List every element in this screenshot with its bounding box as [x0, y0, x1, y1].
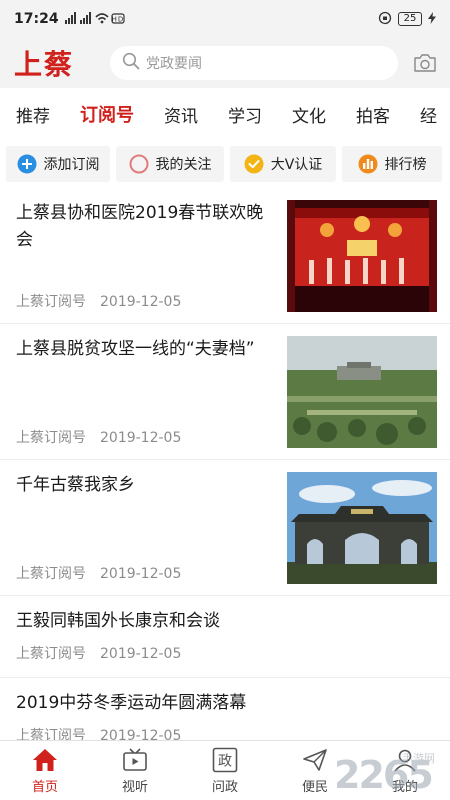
- article-source: 上蔡订阅号: [16, 294, 86, 310]
- category-tabs: 推荐 订阅号 资讯 学习 文化 拍客 经: [0, 88, 450, 140]
- article-item[interactable]: 上蔡县协和医院2019春节联欢晚会 上蔡订阅号 2019-12-05: [0, 188, 450, 324]
- article-meta: 上蔡订阅号 2019-12-05: [16, 725, 181, 740]
- user-icon: [392, 746, 418, 774]
- article-title: 王毅同韩国外长康京和会谈: [16, 611, 220, 631]
- nav-media[interactable]: 视听: [90, 741, 180, 800]
- bottom-nav: 首页 视听 政 问政 便民 我的: [0, 740, 450, 800]
- article-feed: 上蔡县协和医院2019春节联欢晚会 上蔡订阅号 2019-12-05 上蔡县脱贫攻…: [0, 188, 450, 740]
- svg-text:政: 政: [218, 754, 232, 770]
- search-placeholder: 党政要闻: [146, 56, 202, 72]
- add-subscription-button[interactable]: 添加订阅: [6, 146, 110, 182]
- app-logo: 上蔡: [14, 48, 75, 81]
- my-follows-label: 我的关注: [155, 157, 212, 173]
- article-meta: 上蔡订阅号 2019-12-05: [16, 427, 181, 447]
- nav-services-label: 便民: [301, 780, 328, 795]
- charging-icon: [428, 11, 436, 27]
- article-date: 2019-12-05: [100, 566, 182, 582]
- subscription-actions: 添加订阅 我的关注 大V认证 排行榜: [0, 140, 450, 188]
- article-meta: 上蔡订阅号 2019-12-05: [16, 291, 181, 311]
- svg-text:HD: HD: [111, 15, 124, 23]
- battery-level: 25: [403, 13, 417, 24]
- nav-home[interactable]: 首页: [0, 741, 90, 800]
- tab-more[interactable]: 经: [420, 102, 437, 127]
- article-meta: 上蔡订阅号 2019-12-05: [16, 643, 181, 663]
- article-title: 2019中芬冬季运动年圆满落幕: [16, 693, 247, 713]
- article-item[interactable]: 王毅同韩国外长康京和会谈 上蔡订阅号 2019-12-05: [0, 596, 450, 678]
- search-bar[interactable]: 党政要闻: [110, 46, 398, 80]
- verified-check-icon: [244, 154, 264, 174]
- article-date: 2019-12-05: [100, 728, 182, 740]
- article-source: 上蔡订阅号: [16, 430, 86, 446]
- camera-icon[interactable]: [412, 52, 438, 74]
- signal-icon: HD: [64, 11, 125, 27]
- nav-media-label: 视听: [121, 780, 148, 795]
- nav-profile[interactable]: 我的: [360, 741, 450, 800]
- app-header: 上蔡 党政要闻: [0, 38, 450, 88]
- article-source: 上蔡订阅号: [16, 646, 86, 662]
- tab-news[interactable]: 资讯: [164, 102, 198, 127]
- circle-outline-icon: [129, 154, 149, 174]
- article-title: 上蔡县协和医院2019春节联欢晚会: [16, 203, 264, 250]
- tab-subscriptions[interactable]: 订阅号: [80, 101, 134, 127]
- article-item[interactable]: 千年古蔡我家乡 上蔡订阅号 2019-12-05: [0, 460, 450, 596]
- home-icon: [32, 746, 58, 774]
- article-thumbnail-ancient-gate: [287, 472, 437, 584]
- battery-icon: 25: [398, 12, 422, 26]
- nav-politics-label: 问政: [211, 780, 238, 795]
- my-follows-button[interactable]: 我的关注: [116, 146, 224, 182]
- nav-politics-qa[interactable]: 政 问政: [180, 741, 270, 800]
- add-subscription-label: 添加订阅: [43, 157, 100, 173]
- article-thumbnail-aerial-village: [287, 336, 437, 448]
- article-title: 千年古蔡我家乡: [16, 475, 135, 495]
- big-v-certification-label: 大V认证: [270, 157, 323, 173]
- ranking-label: 排行榜: [384, 157, 427, 173]
- status-time: 17:24: [14, 11, 59, 27]
- article-source: 上蔡订阅号: [16, 728, 86, 740]
- tab-recommend[interactable]: 推荐: [16, 102, 50, 127]
- nav-services[interactable]: 便民: [270, 741, 360, 800]
- article-meta: 上蔡订阅号 2019-12-05: [16, 563, 181, 583]
- big-v-certification-button[interactable]: 大V认证: [230, 146, 336, 182]
- tab-photographer[interactable]: 拍客: [356, 102, 390, 127]
- article-date: 2019-12-05: [100, 430, 182, 446]
- article-date: 2019-12-05: [100, 294, 182, 310]
- nav-home-label: 首页: [31, 780, 58, 795]
- status-bar: 17:24 HD 25: [0, 0, 450, 38]
- alarm-icon: [378, 11, 392, 28]
- ranking-button[interactable]: 排行榜: [342, 146, 442, 182]
- search-icon: [122, 52, 140, 74]
- ranking-chart-icon: [358, 154, 378, 174]
- tv-icon: [122, 746, 148, 774]
- plus-circle-icon: [17, 154, 37, 174]
- tab-culture[interactable]: 文化: [292, 102, 326, 127]
- nav-profile-label: 我的: [391, 780, 418, 795]
- paper-plane-icon: [302, 746, 328, 774]
- tab-study[interactable]: 学习: [228, 102, 262, 127]
- article-thumbnail-gala-stage: [287, 200, 437, 312]
- article-item[interactable]: 2019中芬冬季运动年圆满落幕 上蔡订阅号 2019-12-05: [0, 678, 450, 740]
- article-date: 2019-12-05: [100, 646, 182, 662]
- article-item[interactable]: 上蔡县脱贫攻坚一线的“夫妻档” 上蔡订阅号 2019-12-05: [0, 324, 450, 460]
- politics-icon: 政: [212, 746, 238, 774]
- article-source: 上蔡订阅号: [16, 566, 86, 582]
- article-title: 上蔡县脱贫攻坚一线的“夫妻档”: [16, 339, 255, 359]
